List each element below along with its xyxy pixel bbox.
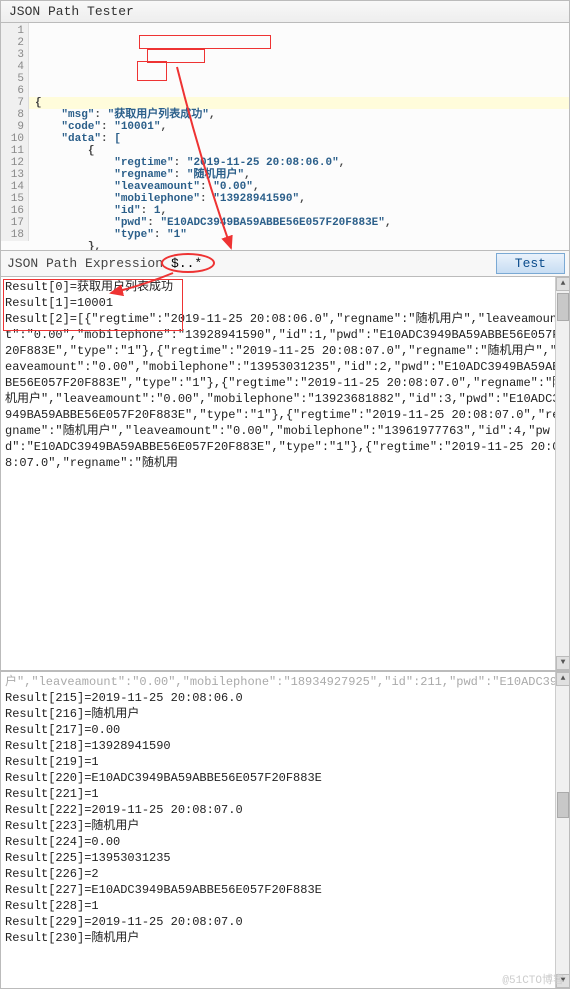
result-line: Result[218]=13928941590 [5, 738, 565, 754]
watermark: @51CTO博客 [502, 971, 564, 987]
result-line: Result[215]=2019-11-25 20:08:06.0 [5, 690, 565, 706]
expression-row: JSON Path Expression $..* Test [0, 251, 570, 277]
code-line: }, [29, 241, 569, 251]
code-line: "leaveamount": "0.00", [29, 181, 569, 193]
scroll-thumb[interactable] [557, 293, 569, 321]
scroll-thumb[interactable] [557, 792, 569, 818]
code-line: "pwd": "E10ADC3949BA59ABBE56E057F20F883E… [29, 217, 569, 229]
result-line: Result[222]=2019-11-25 20:08:07.0 [5, 802, 565, 818]
code-line: "data": [ [29, 133, 569, 145]
code-line: { [29, 97, 569, 109]
code-line: "mobilephone": "13928941590", [29, 193, 569, 205]
code-line: "type": "1" [29, 229, 569, 241]
line-gutter: 123456789101112131415161718 [1, 23, 29, 241]
result-line: Result[216]=随机用户 [5, 706, 565, 722]
result-line: Result[219]=1 [5, 754, 565, 770]
scrollbar[interactable]: ▲ ▼ [555, 277, 569, 670]
expression-input[interactable]: $..* [169, 251, 496, 276]
result-line: Result[225]=13953031235 [5, 850, 565, 866]
result-line: Result[229]=2019-11-25 20:08:07.0 [5, 914, 565, 930]
scrollbar[interactable]: ▲ ▼ [555, 672, 569, 988]
result-line: Result[221]=1 [5, 786, 565, 802]
annotation-box-data [137, 61, 167, 81]
code-line: "code": "10001", [29, 121, 569, 133]
scroll-up-icon[interactable]: ▲ [556, 277, 570, 291]
result-line: Result[228]=1 [5, 898, 565, 914]
result-line: Result[226]=2 [5, 866, 565, 882]
expression-value: $..* [169, 256, 202, 271]
code-line: "msg": "获取用户列表成功", [29, 109, 569, 121]
scroll-up-icon[interactable]: ▲ [556, 672, 570, 686]
result-line: Result[0]=获取用户列表成功 [5, 279, 565, 295]
result-line: Result[223]=随机用户 [5, 818, 565, 834]
result-line: Result[2]=[{"regtime":"2019-11-25 20:08:… [5, 311, 565, 471]
code-line: "id": 1, [29, 205, 569, 217]
panel-title: JSON Path Tester [0, 0, 570, 23]
expression-label: JSON Path Expression [1, 256, 169, 271]
code-line: { [29, 145, 569, 157]
annotation-box-code [147, 49, 205, 63]
result-line: Result[224]=0.00 [5, 834, 565, 850]
json-code-panel: 123456789101112131415161718 { "msg": "获取… [0, 23, 570, 251]
result-line: Result[1]=10001 [5, 295, 565, 311]
result-line: Result[227]=E10ADC3949BA59ABBE56E057F20F… [5, 882, 565, 898]
scroll-down-icon[interactable]: ▼ [556, 656, 570, 670]
annotation-box-msg [139, 35, 271, 49]
code-line: "regname": "随机用户", [29, 169, 569, 181]
code-line: "regtime": "2019-11-25 20:08:06.0", [29, 157, 569, 169]
result-line-faded: 户","leaveamount":"0.00","mobilephone":"1… [5, 674, 565, 690]
result-line: Result[217]=0.00 [5, 722, 565, 738]
results-panel-bottom[interactable]: 户","leaveamount":"0.00","mobilephone":"1… [0, 671, 570, 989]
result-line: Result[230]=随机用户 [5, 930, 565, 946]
results-panel-top[interactable]: Result[0]=获取用户列表成功Result[1]=10001Result[… [0, 277, 570, 671]
result-line: Result[220]=E10ADC3949BA59ABBE56E057F20F… [5, 770, 565, 786]
code-area[interactable]: { "msg": "获取用户列表成功", "code": "10001", "d… [29, 23, 569, 251]
test-button[interactable]: Test [496, 253, 565, 274]
